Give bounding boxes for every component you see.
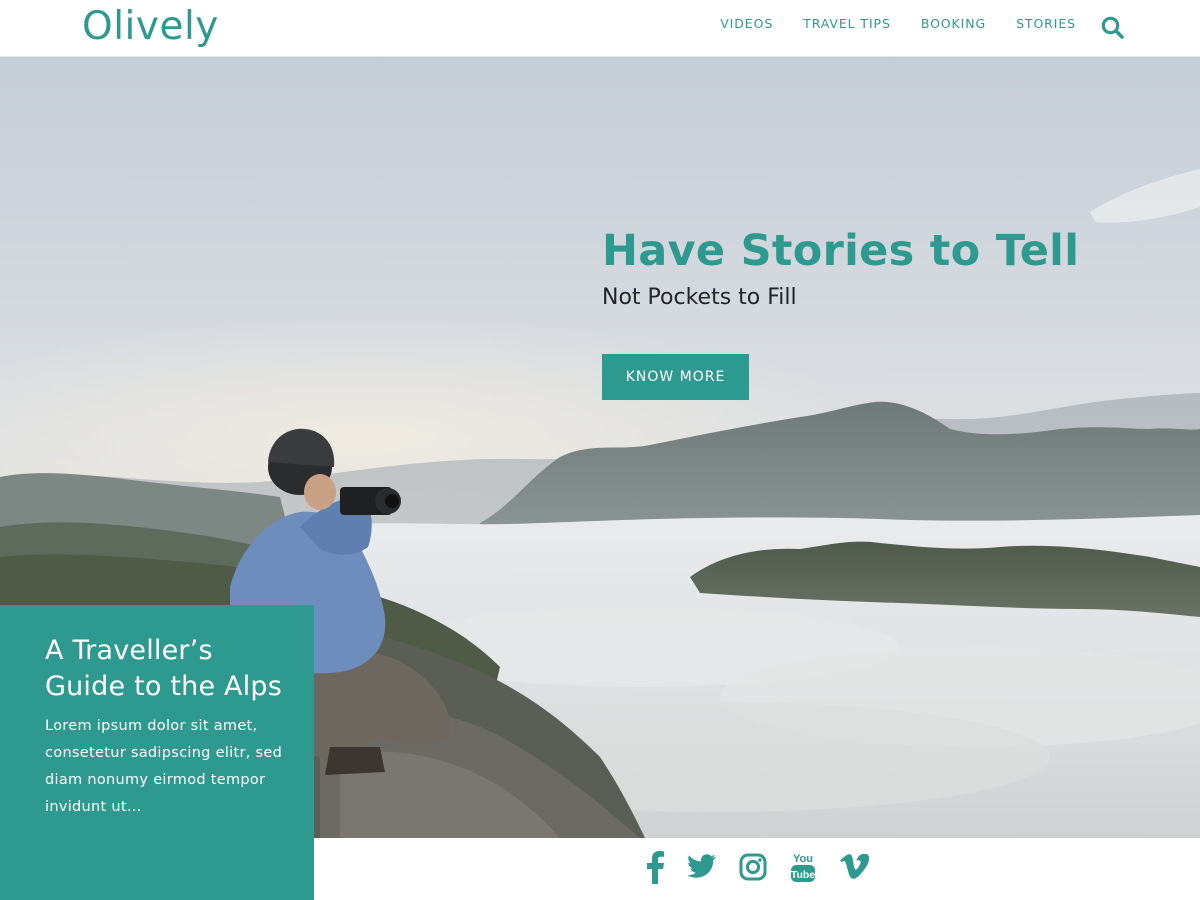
svg-text:You: You: [793, 853, 813, 865]
know-more-button[interactable]: KNOW MORE: [602, 354, 749, 400]
featured-post-title[interactable]: A Traveller’s Guide to the Alps: [45, 633, 294, 704]
featured-post-card[interactable]: A Traveller’s Guide to the Alps Lorem ip…: [0, 605, 314, 900]
hero-subtitle: Not Pockets to Fill: [602, 285, 797, 310]
featured-post-excerpt: Lorem ipsum dolor sit amet, consetetur s…: [45, 718, 283, 815]
nav-item-booking[interactable]: BOOKING: [921, 16, 986, 31]
vimeo-icon[interactable]: [840, 853, 870, 885]
nav-item-stories[interactable]: STORIES: [1016, 16, 1076, 31]
hero-title: Have Stories to Tell: [602, 226, 1080, 276]
nav-item-videos[interactable]: VIDEOS: [720, 16, 773, 31]
svg-text:Tube: Tube: [791, 869, 815, 881]
site-header: Olively VIDEOS TRAVEL TIPS BOOKING STORI…: [0, 0, 1200, 57]
facebook-icon[interactable]: [644, 850, 666, 889]
twitter-icon[interactable]: [687, 854, 716, 883]
site-logo[interactable]: Olively: [82, 2, 219, 52]
youtube-icon[interactable]: You Tube: [790, 851, 816, 888]
nav-item-travel-tips[interactable]: TRAVEL TIPS: [803, 16, 891, 31]
instagram-icon[interactable]: [739, 853, 767, 886]
social-links-bar: You Tube: [314, 838, 1200, 900]
main-nav: VIDEOS TRAVEL TIPS BOOKING STORIES: [720, 0, 1076, 46]
search-icon[interactable]: [1100, 15, 1126, 41]
